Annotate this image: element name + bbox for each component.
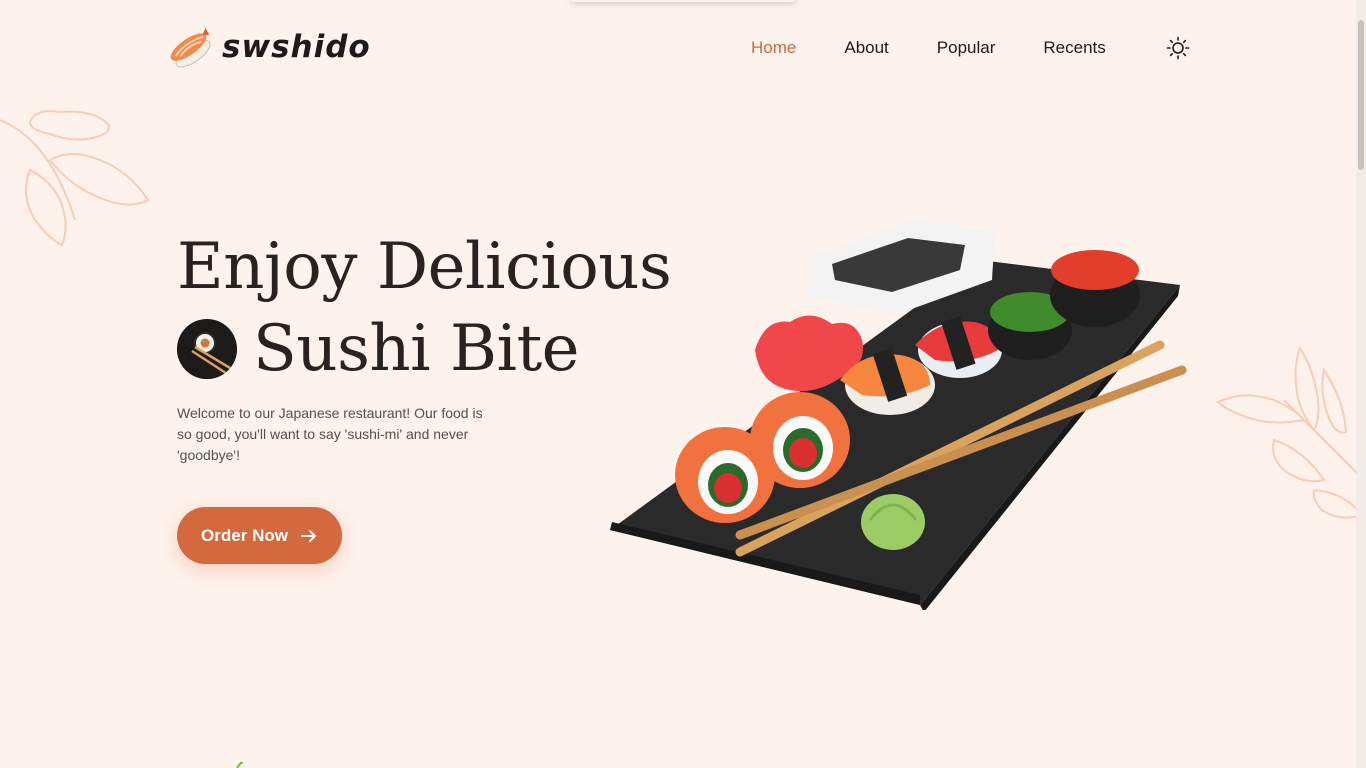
hero-title: Enjoy Delicious Sushi Bite bbox=[177, 226, 672, 390]
nav-item-home[interactable]: Home bbox=[751, 38, 796, 58]
brand-name: swshido bbox=[222, 29, 371, 65]
nav-item-about[interactable]: About bbox=[844, 38, 888, 58]
nav-item-recents[interactable]: Recents bbox=[1043, 38, 1105, 58]
shrimp-nigiri-icon bbox=[170, 27, 211, 68]
hero-description: Welcome to our Japanese restaurant! Our … bbox=[177, 405, 483, 463]
decorative-leaf-left bbox=[0, 110, 150, 247]
page-scrollbar[interactable] bbox=[1356, 0, 1366, 768]
decorative-leaf-right bbox=[1216, 345, 1364, 519]
brand-logo[interactable]: swshido bbox=[166, 24, 371, 70]
hero-title-line1: Enjoy Delicious bbox=[177, 230, 672, 304]
order-now-label: Order Now bbox=[201, 525, 288, 545]
site-header: swshido Home About Popular Recents bbox=[0, 0, 1356, 96]
hero-title-line2: Sushi Bite bbox=[253, 312, 580, 386]
scrollbar-thumb[interactable] bbox=[1358, 20, 1364, 170]
hero-title-line2-row: Sushi Bite bbox=[177, 308, 671, 390]
order-now-button[interactable]: Order Now bbox=[177, 507, 342, 564]
nav-item-popular[interactable]: Popular bbox=[937, 38, 996, 58]
sushi-roll-avatar bbox=[177, 319, 237, 379]
main-nav: Home About Popular Recents bbox=[751, 38, 1154, 58]
decorative-leaf-bottom bbox=[236, 762, 244, 768]
arrow-right-icon bbox=[300, 529, 316, 542]
sushi-platter-image bbox=[610, 220, 1187, 610]
sun-icon[interactable] bbox=[1166, 36, 1190, 60]
